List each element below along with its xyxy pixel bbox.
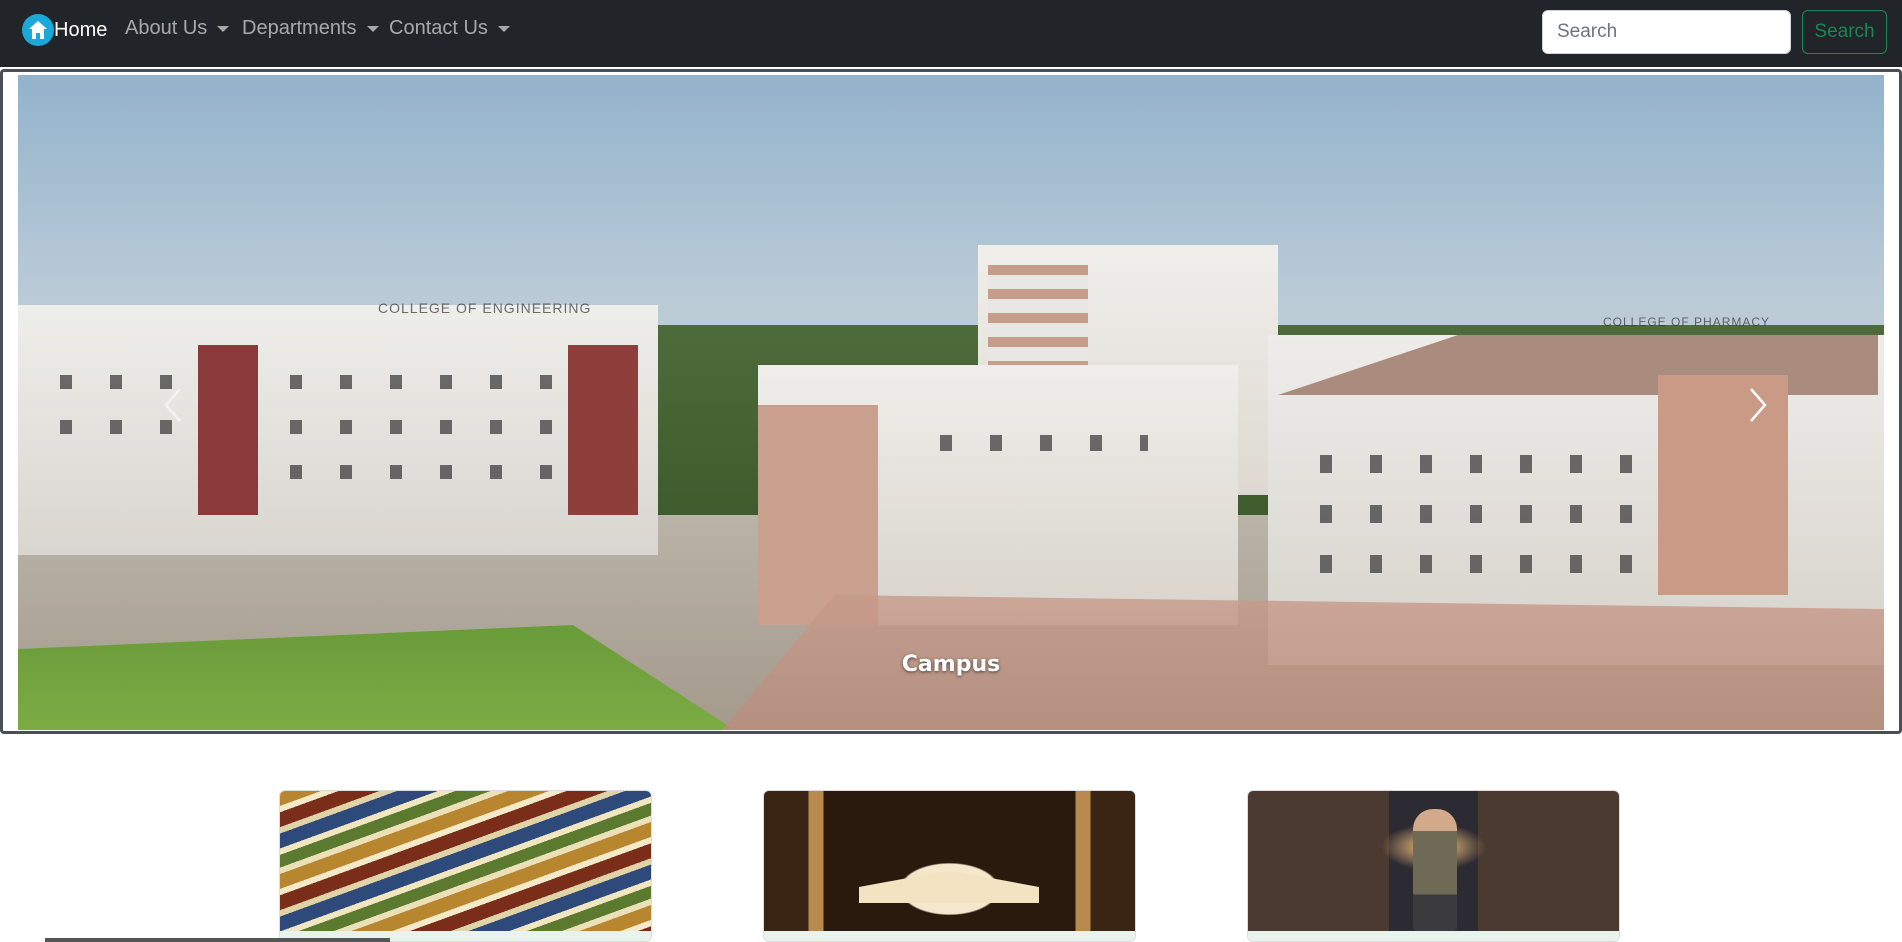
carousel-caption: Campus [901,652,1001,677]
search-input[interactable] [1542,10,1791,54]
nav-departments-label: Departments [242,17,357,39]
nav-contact-us-label: Contact Us [389,17,488,39]
search-button[interactable]: Search [1802,10,1887,54]
caret-down-icon [217,25,230,32]
card-stacked-books[interactable] [279,790,652,942]
home-link[interactable]: Home [22,14,107,46]
chevron-right-icon [1750,388,1767,422]
home-label: Home [54,18,108,41]
campus-slide-image: COLLEGE OF ENGINEERING COLLEGE OF PHARMA… [18,75,1884,730]
horizontal-scrollbar[interactable] [45,938,390,942]
stacked-books-image [280,791,651,931]
library-reader-image [1248,791,1619,931]
college-sign: COLLEGE OF PHARMACY [1603,315,1771,329]
card-library-reader[interactable] [1247,790,1620,942]
carousel-next-button[interactable] [1718,375,1798,435]
home-icon [22,14,54,46]
chevron-left-icon [164,388,181,422]
college-sign: COLLEGE OF ENGINEERING [378,300,592,316]
navbar: Home About Us Departments Contact Us Sea… [0,0,1902,67]
open-book-image [764,791,1135,931]
carousel-prev-button[interactable] [133,375,213,435]
nav-departments-dropdown[interactable]: Departments [242,17,379,40]
caret-down-icon [497,25,510,32]
caret-down-icon [366,25,379,32]
nav-about-us-label: About Us [125,17,208,39]
carousel: COLLEGE OF ENGINEERING COLLEGE OF PHARMA… [0,69,1902,734]
nav-contact-us-dropdown[interactable]: Contact Us [389,17,510,40]
card-open-book[interactable] [763,790,1136,942]
nav-about-us-dropdown[interactable]: About Us [125,17,230,40]
